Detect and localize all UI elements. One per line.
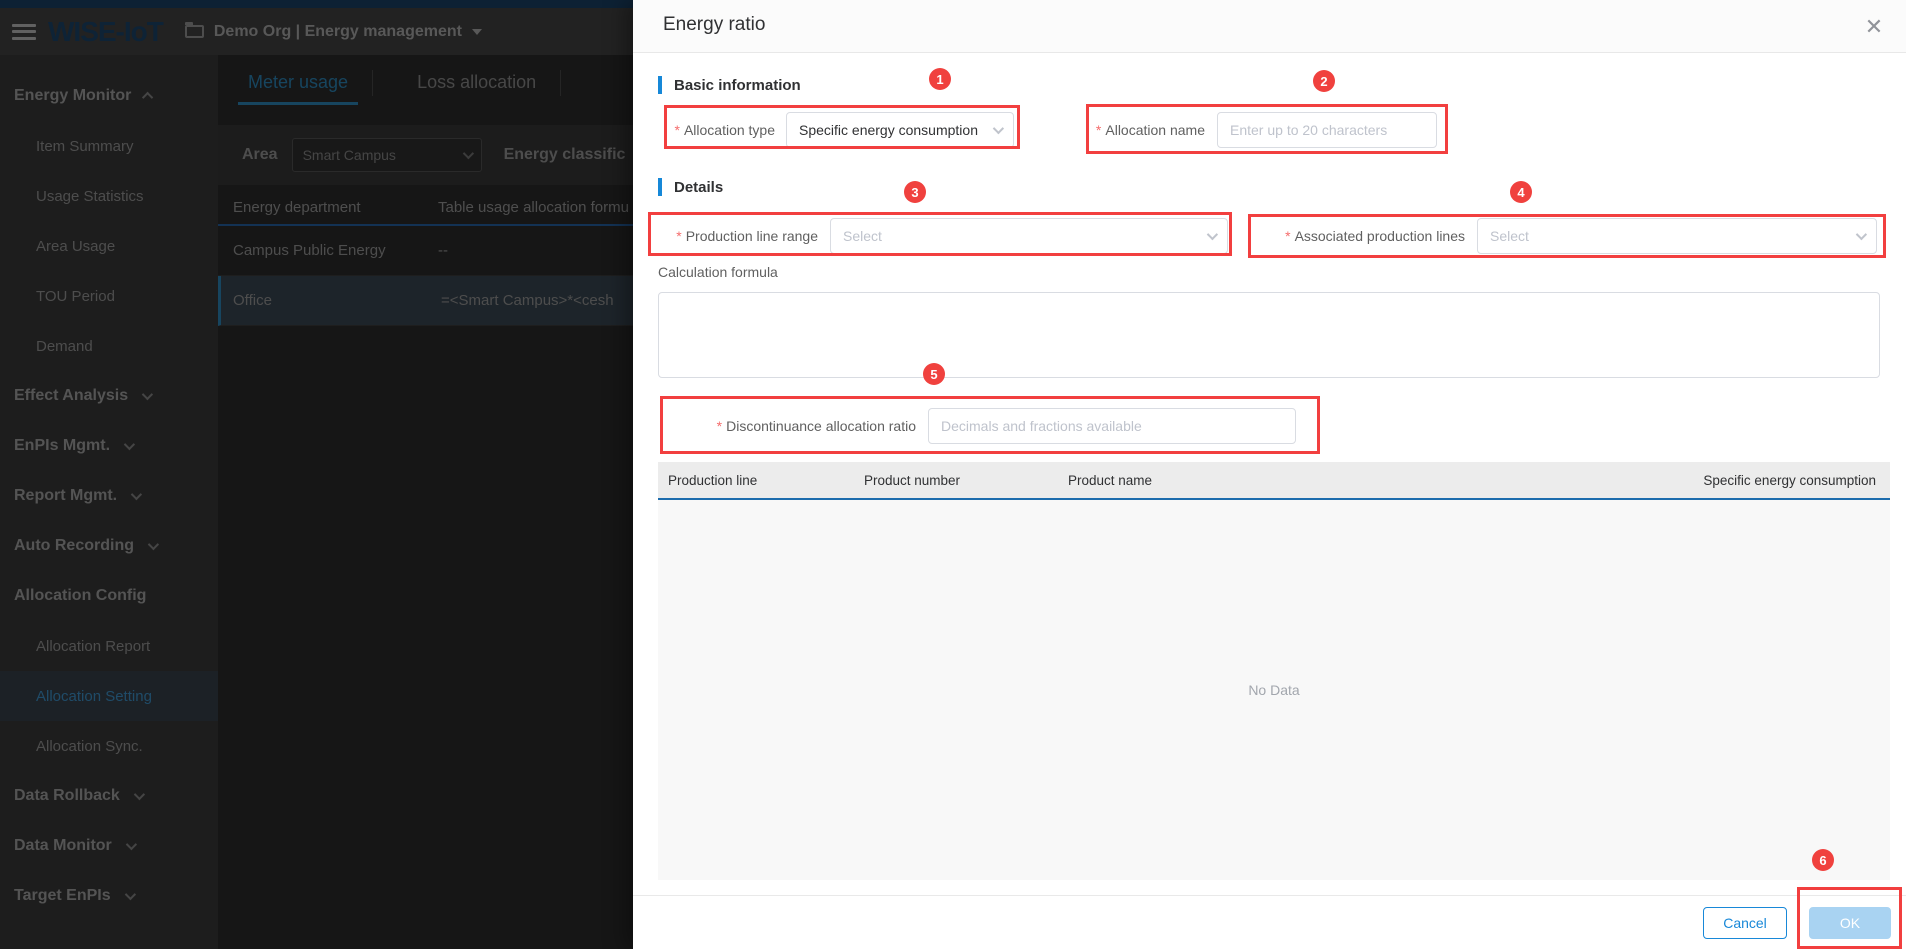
discontinuance-allocation-ratio-input[interactable] [928,408,1296,444]
allocation-type-select[interactable]: Specific energy consumption [786,112,1014,148]
modal-title: Energy ratio [663,14,765,36]
chevron-down-icon [1856,229,1867,240]
allocation-name-label: * Allocation name [1073,112,1205,148]
section-details: Details [658,178,723,196]
annotation-badge-5: 5 [923,363,945,385]
production-line-range-label: * Production line range [658,218,818,254]
ok-button[interactable]: OK [1809,907,1891,939]
cancel-button[interactable]: Cancel [1703,907,1787,939]
production-line-range-select[interactable]: Select [830,218,1228,254]
discontinuance-allocation-ratio-label: * Discontinuance allocation ratio [673,408,916,444]
chevron-down-icon [993,123,1004,134]
no-data-text: No Data [1248,682,1299,698]
calculation-formula-textarea[interactable] [658,292,1880,378]
calculation-formula-label: Calculation formula [658,264,778,280]
production-line-table: Production line Product number Product n… [658,462,1890,880]
modal-header: Energy ratio ✕ [633,0,1906,53]
chevron-down-icon [1207,229,1218,240]
annotation-badge-4: 4 [1510,181,1532,203]
section-basic-information: Basic information [658,76,801,94]
close-icon[interactable]: ✕ [1860,13,1888,41]
energy-ratio-modal: Energy ratio ✕ Basic information * Alloc… [633,0,1906,949]
annotation-badge-1: 1 [929,68,951,90]
allocation-name-input[interactable] [1217,112,1437,148]
table-header-row: Production line Product number Product n… [658,462,1890,500]
allocation-type-label: * Allocation type [661,112,775,148]
annotation-badge-6: 6 [1812,849,1834,871]
modal-footer: Cancel OK [633,895,1906,949]
table-body-empty: No Data [658,500,1890,880]
annotation-badge-2: 2 [1313,70,1335,92]
associated-production-lines-select[interactable]: Select [1477,218,1877,254]
associated-production-lines-label: * Associated production lines [1258,218,1465,254]
annotation-badge-3: 3 [904,181,926,203]
